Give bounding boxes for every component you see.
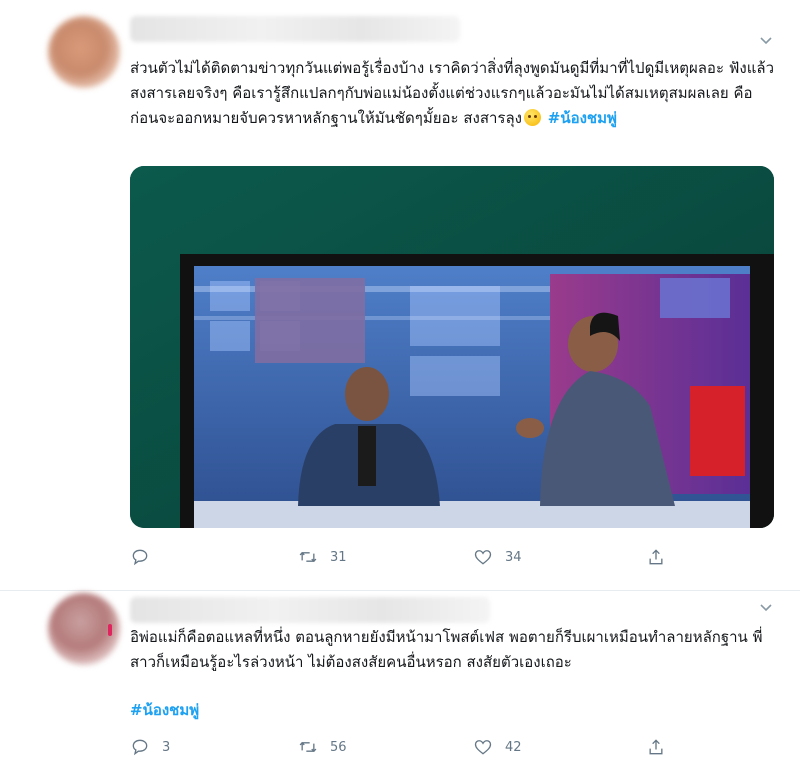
tweet-hashtag-line: #น้องชมพู่ — [130, 698, 780, 723]
tweet-1[interactable]: ส่วนตัวไม่ได้ติดตามข่าวทุกวันแต่พอรู้เรื… — [0, 0, 800, 590]
user-name-blurred[interactable] — [130, 16, 460, 42]
retweet-button[interactable]: 56 — [298, 736, 347, 758]
hashtag-link[interactable]: #น้องชมพู่ — [548, 109, 617, 127]
emoji-icon — [524, 109, 541, 126]
tweet-body: ส่วนตัวไม่ได้ติดตามข่าวทุกวันแต่พอรู้เรื… — [130, 59, 774, 127]
reply-icon — [132, 549, 148, 566]
chevron-down-icon[interactable] — [758, 32, 774, 48]
reply-button[interactable] — [130, 546, 162, 568]
chevron-down-icon[interactable] — [758, 599, 774, 615]
like-count: 42 — [505, 739, 522, 755]
like-count: 34 — [505, 549, 522, 565]
reply-icon — [132, 739, 148, 756]
like-button[interactable]: 42 — [473, 736, 522, 758]
tweet-text: ส่วนตัวไม่ได้ติดตามข่าวทุกวันแต่พอรู้เรื… — [130, 56, 780, 131]
share-icon — [649, 739, 663, 755]
retweet-count: 56 — [330, 739, 347, 755]
retweet-button[interactable]: 31 — [298, 546, 347, 568]
share-icon — [649, 549, 663, 565]
tweet-actions: 3 56 42 — [130, 736, 670, 758]
retweet-icon — [299, 741, 317, 753]
tweet-body: อิพ่อแม่ก็คือตอแหลที่หนึ่ง ตอนลูกหายยังม… — [130, 628, 763, 671]
tweet-image[interactable] — [130, 166, 774, 528]
share-button[interactable] — [646, 736, 666, 758]
like-icon — [474, 740, 492, 755]
user-name-blurred[interactable] — [130, 597, 490, 623]
tv-broadcast-photo — [130, 166, 774, 528]
reply-button[interactable]: 3 — [130, 736, 170, 758]
tweet-text: อิพ่อแม่ก็คือตอแหลที่หนึ่ง ตอนลูกหายยังม… — [130, 625, 780, 675]
retweet-count: 31 — [330, 549, 347, 565]
retweet-icon — [299, 551, 317, 563]
tweet-actions: 31 34 — [130, 546, 670, 568]
like-button[interactable]: 34 — [473, 546, 522, 568]
reply-count: 3 — [162, 739, 171, 755]
hashtag-link[interactable]: #น้องชมพู่ — [130, 701, 199, 719]
like-icon — [474, 550, 492, 565]
avatar[interactable] — [48, 16, 120, 88]
red-marker — [108, 624, 112, 636]
share-button[interactable] — [646, 546, 666, 568]
